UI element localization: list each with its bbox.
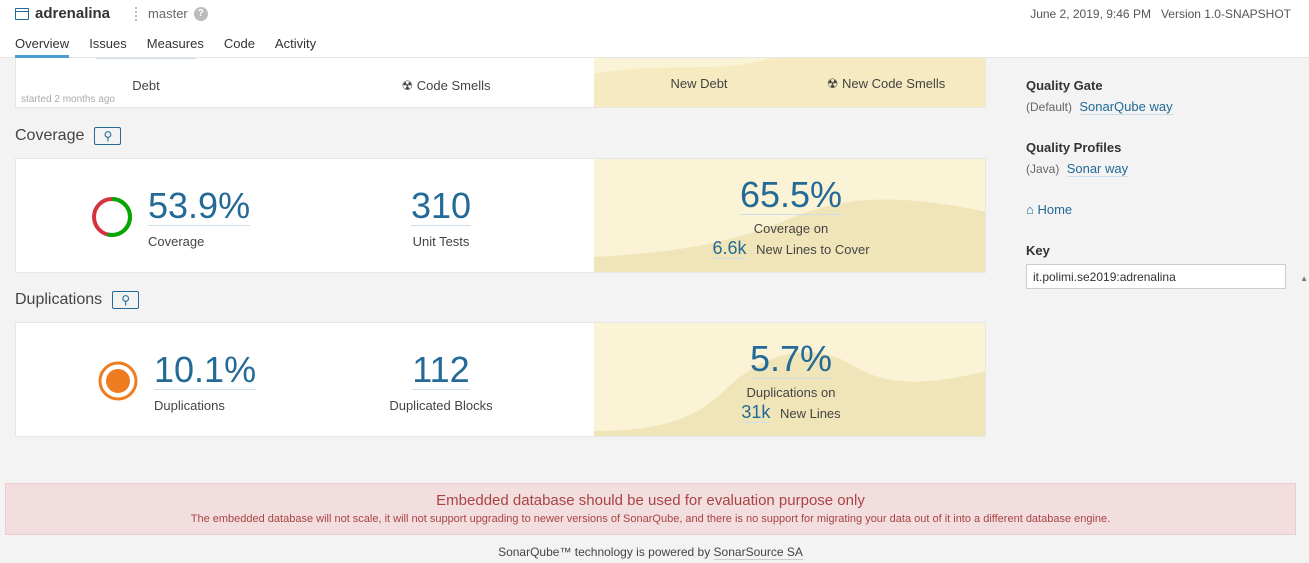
sonarsource-link[interactable]: SonarSource SA <box>713 545 803 560</box>
page-scrollbar[interactable]: ▲ <box>1300 58 1309 473</box>
tab-activity[interactable]: Activity <box>275 36 316 58</box>
code-smell-icon: ☢ <box>826 76 839 91</box>
duplications-section-title: Duplications ⚲ <box>15 291 140 309</box>
branch-icon <box>132 6 140 21</box>
branch-name: master <box>148 6 188 21</box>
project-header: adrenalina master ? June 2, 2019, 9:46 P… <box>0 0 1309 58</box>
quality-gate-row: (Default) SonarQube way <box>1026 99 1173 115</box>
coverage-link-button[interactable]: ⚲ <box>94 127 122 145</box>
new-lines-value[interactable]: 31k <box>741 402 771 423</box>
new-coverage-value[interactable]: 65.5% <box>739 176 843 215</box>
new-duplications-label: Duplications on <box>746 385 836 400</box>
duplications-value[interactable]: 10.1% <box>154 351 257 390</box>
project-title-line: adrenalina master ? <box>15 5 208 22</box>
new-lines-to-cover-value[interactable]: 6.6k <box>712 238 747 259</box>
key-title: Key <box>1026 243 1050 258</box>
duplicated-blocks-value[interactable]: 112 <box>412 351 470 390</box>
code-smell-icon: ☢ <box>401 78 414 93</box>
code-smells-label: ☢ Code Smells <box>401 78 491 93</box>
quality-profiles-row: (Java) Sonar way <box>1026 161 1129 177</box>
scroll-up-arrow-icon[interactable]: ▲ <box>1300 274 1308 283</box>
quality-profiles-title: Quality Profiles <box>1026 140 1122 155</box>
duplications-label: Duplications <box>154 398 225 413</box>
project-version: Version 1.0-SNAPSHOT <box>1160 7 1291 21</box>
home-icon: ⌂ <box>1026 202 1034 217</box>
tab-measures[interactable]: Measures <box>147 36 204 58</box>
project-sidebar: Quality Gate (Default) SonarQube way Qua… <box>1026 78 1296 289</box>
alert-text: The embedded database will not scale, it… <box>190 513 1111 525</box>
quality-gate-link[interactable]: SonarQube way <box>1079 99 1173 115</box>
new-duplications-metric[interactable]: 5.7% Duplications on 31k New Lines <box>706 340 876 423</box>
tab-issues[interactable]: Issues <box>89 36 127 58</box>
quality-gate-title: Quality Gate <box>1026 78 1103 93</box>
new-debt-label: New Debt <box>670 76 728 91</box>
unit-tests-metric[interactable]: 310 Unit Tests <box>391 187 491 249</box>
quality-profile-link[interactable]: Sonar way <box>1066 161 1129 177</box>
coverage-metric[interactable]: 53.9% Coverage <box>148 187 251 249</box>
unit-tests-label: Unit Tests <box>412 234 470 249</box>
new-code-smells-label: ☢ New Code Smells <box>826 76 946 91</box>
duplications-panel: 10.1% Duplications 112 Duplicated Blocks… <box>15 322 986 437</box>
coverage-section-title: Coverage ⚲ <box>15 127 122 145</box>
coverage-label: Coverage <box>148 234 205 249</box>
unit-tests-value[interactable]: 310 <box>410 187 472 226</box>
new-coverage-label: Coverage on <box>753 221 829 236</box>
new-coverage-metric[interactable]: 65.5% Coverage on 6.6k New Lines to Cove… <box>696 176 886 259</box>
duplications-link-button[interactable]: ⚲ <box>112 291 140 309</box>
coverage-value[interactable]: 53.9% <box>148 187 251 226</box>
database-warning-alert: Embedded database should be used for eva… <box>5 483 1296 535</box>
analysis-started: started 2 months ago <box>21 94 115 105</box>
duplications-bubble <box>98 361 138 401</box>
alert-title: Embedded database should be used for eva… <box>436 492 865 509</box>
project-name[interactable]: adrenalina <box>35 5 110 22</box>
help-icon[interactable]: ? <box>193 6 208 21</box>
home-link[interactable]: ⌂ Home <box>1026 202 1296 217</box>
project-key-field[interactable] <box>1026 264 1286 289</box>
new-lines-to-cover: 6.6k New Lines to Cover <box>712 238 870 259</box>
duplicated-blocks-label: Duplicated Blocks <box>389 398 493 413</box>
coverage-panel: 53.9% Coverage 310 Unit Tests 65.5% Cove… <box>15 158 986 273</box>
project-tabs: Overview Issues Measures Code Activity <box>15 36 316 58</box>
tab-code[interactable]: Code <box>224 36 255 58</box>
project-icon <box>15 7 29 20</box>
duplicated-blocks-metric[interactable]: 112 Duplicated Blocks <box>376 351 506 414</box>
tab-overview[interactable]: Overview <box>15 36 70 58</box>
analysis-meta: June 2, 2019, 9:46 PM Version 1.0-SNAPSH… <box>1030 7 1291 21</box>
page-footer: SonarQube™ technology is powered by Sona… <box>498 545 803 560</box>
analysis-date: June 2, 2019, 9:46 PM <box>1030 7 1151 21</box>
new-duplications-value[interactable]: 5.7% <box>749 340 833 379</box>
new-lines: 31k New Lines <box>741 402 841 423</box>
debt-label: Debt <box>132 78 160 93</box>
coverage-donut <box>92 197 132 237</box>
duplications-metric[interactable]: 10.1% Duplications <box>154 351 257 413</box>
